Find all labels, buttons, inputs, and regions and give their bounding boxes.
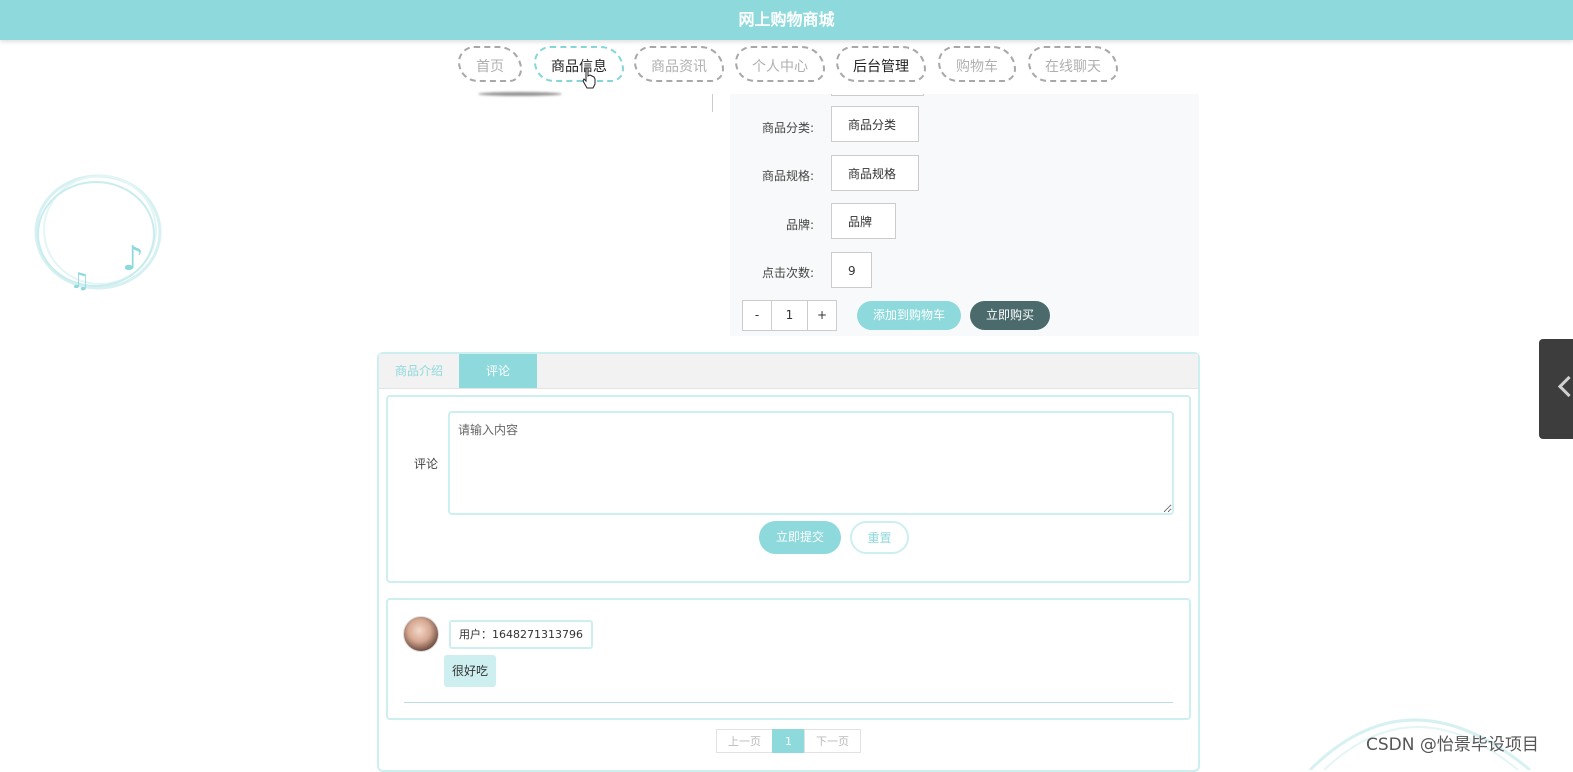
comment-user: 用户：1648271313796 bbox=[449, 620, 593, 649]
tab-comments[interactable]: 评论 bbox=[459, 354, 537, 388]
comment-divider bbox=[404, 702, 1173, 703]
divider-line bbox=[712, 94, 713, 112]
buy-now-button[interactable]: 立即购买 bbox=[970, 301, 1050, 330]
next-page-button[interactable]: 下一页 bbox=[804, 729, 861, 753]
tab-product-intro[interactable]: 商品介绍 bbox=[379, 354, 459, 388]
nav-tab-home[interactable]: 首页 bbox=[458, 46, 522, 82]
page-1-button[interactable]: 1 bbox=[772, 729, 805, 753]
nav-tab-product-info[interactable]: 商品信息 bbox=[534, 46, 624, 82]
category-value: 商品分类1 bbox=[831, 106, 919, 168]
brand-value: 品牌1 bbox=[831, 203, 896, 265]
click-count-label: 点击次数: bbox=[761, 266, 814, 280]
nav-tab-cart[interactable]: 购物车 bbox=[938, 46, 1016, 82]
nav-tab-admin[interactable]: 后台管理 bbox=[836, 46, 926, 82]
avatar bbox=[403, 616, 439, 652]
spec-label: 商品规格: bbox=[761, 169, 814, 183]
category-label: 商品分类: bbox=[761, 121, 814, 135]
tabs-header: 商品介绍 评论 bbox=[379, 354, 1198, 389]
reset-button[interactable]: 重置 bbox=[850, 521, 909, 554]
nav-tab-online-chat[interactable]: 在线聊天 bbox=[1028, 46, 1118, 82]
spec-value: 商品规格1 bbox=[831, 155, 919, 217]
quantity-minus-button[interactable]: - bbox=[742, 300, 772, 331]
side-panel-toggle[interactable] bbox=[1539, 339, 1573, 439]
music-note-icon: ♪ bbox=[122, 239, 144, 279]
previous-field-box bbox=[831, 94, 924, 96]
comment-label: 评论 bbox=[414, 457, 439, 471]
music-circle-decoration: ♪ ♫ bbox=[34, 174, 162, 294]
comment-input[interactable] bbox=[448, 411, 1174, 515]
brand-label: 品牌: bbox=[785, 218, 814, 232]
click-count-value: 9 bbox=[831, 252, 872, 288]
comment-content: 很好吃 bbox=[444, 655, 497, 687]
nav-tab-product-news[interactable]: 商品资讯 bbox=[634, 46, 724, 82]
quantity-plus-button[interactable]: + bbox=[807, 300, 837, 331]
nav-tab-personal-center[interactable]: 个人中心 bbox=[735, 46, 825, 82]
chevron-left-icon bbox=[1557, 375, 1573, 398]
watermark: CSDN @怡景毕设项目 bbox=[1366, 735, 1539, 755]
quantity-input[interactable]: 1 bbox=[771, 300, 808, 331]
prev-page-button[interactable]: 上一页 bbox=[716, 729, 773, 753]
site-title: 网上购物商城 bbox=[738, 10, 835, 29]
site-header: 网上购物商城 bbox=[0, 0, 1573, 40]
submit-button[interactable]: 立即提交 bbox=[759, 521, 841, 554]
product-image-shadow bbox=[478, 92, 562, 96]
music-notes-icon: ♫ bbox=[70, 269, 90, 294]
add-to-cart-button[interactable]: 添加到购物车 bbox=[857, 301, 961, 330]
hand-cursor-icon bbox=[582, 67, 596, 89]
